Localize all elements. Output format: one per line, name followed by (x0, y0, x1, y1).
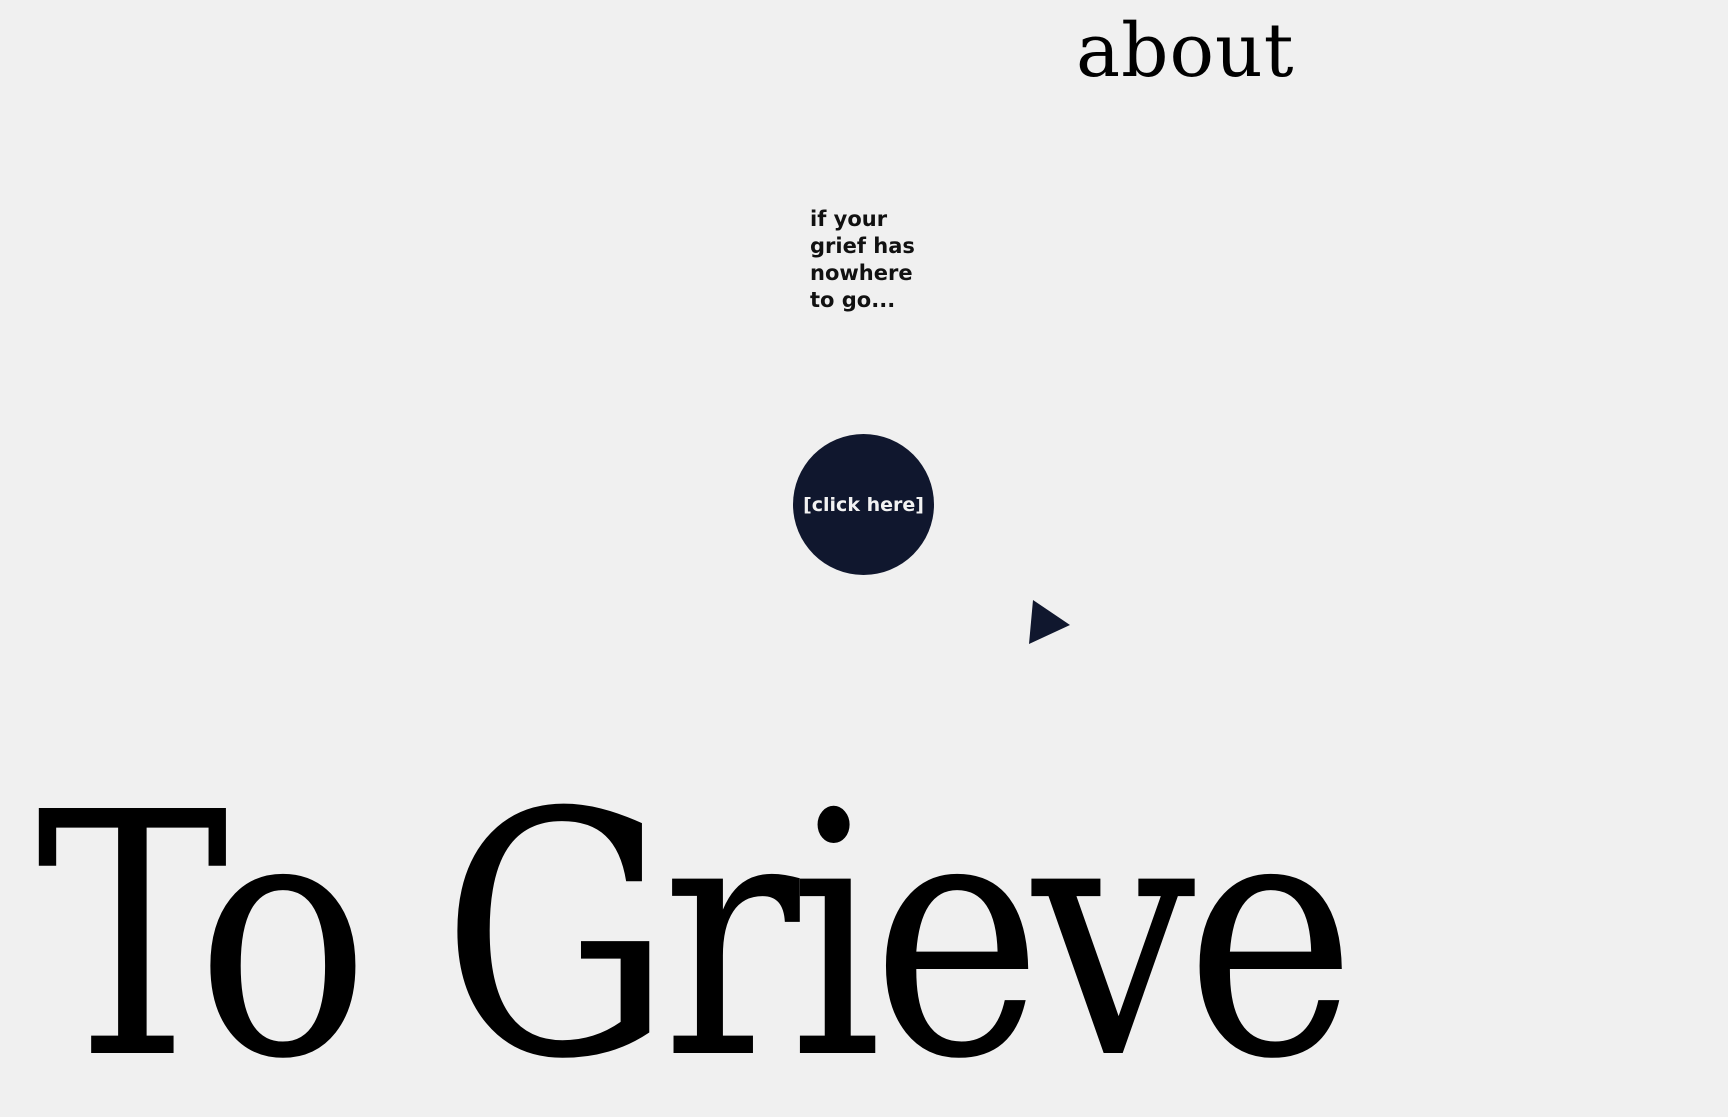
click-here-button[interactable]: [click here] (793, 434, 934, 575)
tagline: if your grief has nowhere to go... (810, 207, 915, 312)
about-link[interactable]: about (1076, 14, 1294, 88)
page-title: To Grieve (36, 742, 1356, 1117)
click-here-label: [click here] (803, 493, 924, 516)
triangle-pointer-icon (1029, 600, 1070, 644)
